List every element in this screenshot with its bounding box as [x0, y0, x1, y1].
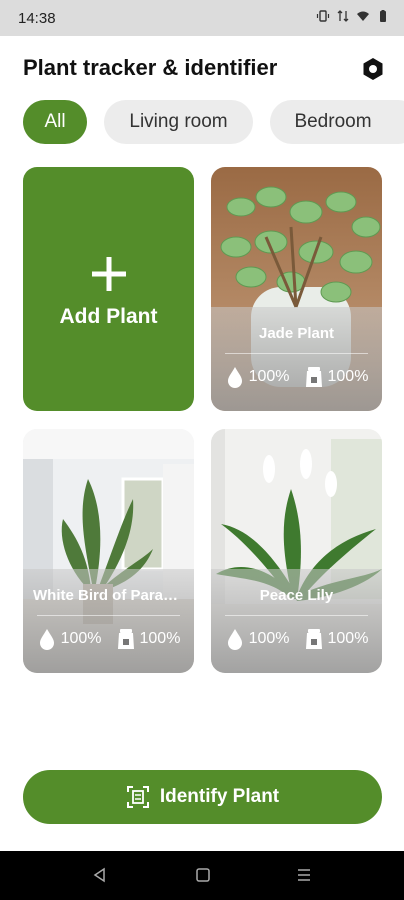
scan-plant-icon	[126, 786, 149, 808]
identify-plant-button[interactable]: Identify Plant	[23, 770, 382, 824]
plant-card-peace-lily[interactable]: Peace Lily 100% 100%	[211, 429, 382, 673]
fertilizer-bag-icon	[305, 367, 322, 387]
plant-info-overlay: Peace Lily 100% 100%	[211, 569, 382, 673]
plant-name: Peace Lily	[259, 587, 334, 604]
data-arrows-icon	[337, 10, 349, 22]
water-level: 100%	[248, 630, 290, 647]
app-header: Plant tracker & identifier	[0, 36, 404, 96]
plant-stats: 100% 100%	[23, 625, 194, 653]
back-icon[interactable]	[92, 867, 108, 883]
page-title: Plant tracker & identifier	[23, 55, 278, 80]
plant-info-overlay: Jade Plant 100% 100%	[211, 307, 382, 411]
water-level: 100%	[60, 630, 102, 647]
plus-icon	[92, 257, 126, 291]
settings-hexagon-icon[interactable]	[360, 56, 386, 82]
identify-plant-label: Identify Plant	[159, 786, 280, 807]
add-plant-card[interactable]: Add Plant	[23, 167, 194, 411]
water-drop-icon	[227, 629, 242, 650]
plant-info-overlay: White Bird of Paradise 100% 100%	[23, 569, 194, 673]
wifi-icon	[357, 11, 369, 21]
status-time: 14:38	[18, 10, 56, 27]
divider	[225, 353, 368, 354]
home-icon[interactable]	[195, 867, 211, 883]
vibrate-icon	[316, 10, 330, 22]
status-icons	[316, 9, 390, 23]
recents-icon[interactable]	[296, 867, 312, 883]
water-level: 100%	[248, 368, 290, 385]
plant-name: Jade Plant	[258, 325, 335, 342]
fertilizer-level: 100%	[327, 630, 369, 647]
water-drop-icon	[227, 367, 242, 388]
room-filter-chips: All Living room Bedroom	[0, 100, 404, 146]
filter-chip-living-room[interactable]: Living room	[104, 100, 253, 144]
divider	[37, 615, 180, 616]
water-drop-icon	[39, 629, 54, 650]
filter-chip-bedroom[interactable]: Bedroom	[270, 100, 404, 144]
plant-card-jade[interactable]: Jade Plant 100% 100%	[211, 167, 382, 411]
fertilizer-level: 100%	[139, 630, 181, 647]
fertilizer-bag-icon	[117, 629, 134, 649]
filter-chip-all[interactable]: All	[23, 100, 87, 144]
plant-card-white-bird-of-paradise[interactable]: White Bird of Paradise 100% 100%	[23, 429, 194, 673]
plant-stats: 100% 100%	[211, 363, 382, 391]
plant-name: White Bird of Paradise	[33, 587, 194, 604]
fertilizer-bag-icon	[305, 629, 322, 649]
plant-stats: 100% 100%	[211, 625, 382, 653]
status-bar: 14:38	[0, 0, 404, 36]
system-nav-bar	[0, 851, 404, 900]
fertilizer-level: 100%	[327, 368, 369, 385]
divider	[225, 615, 368, 616]
battery-icon	[380, 10, 386, 22]
add-plant-label: Add Plant	[59, 305, 158, 328]
